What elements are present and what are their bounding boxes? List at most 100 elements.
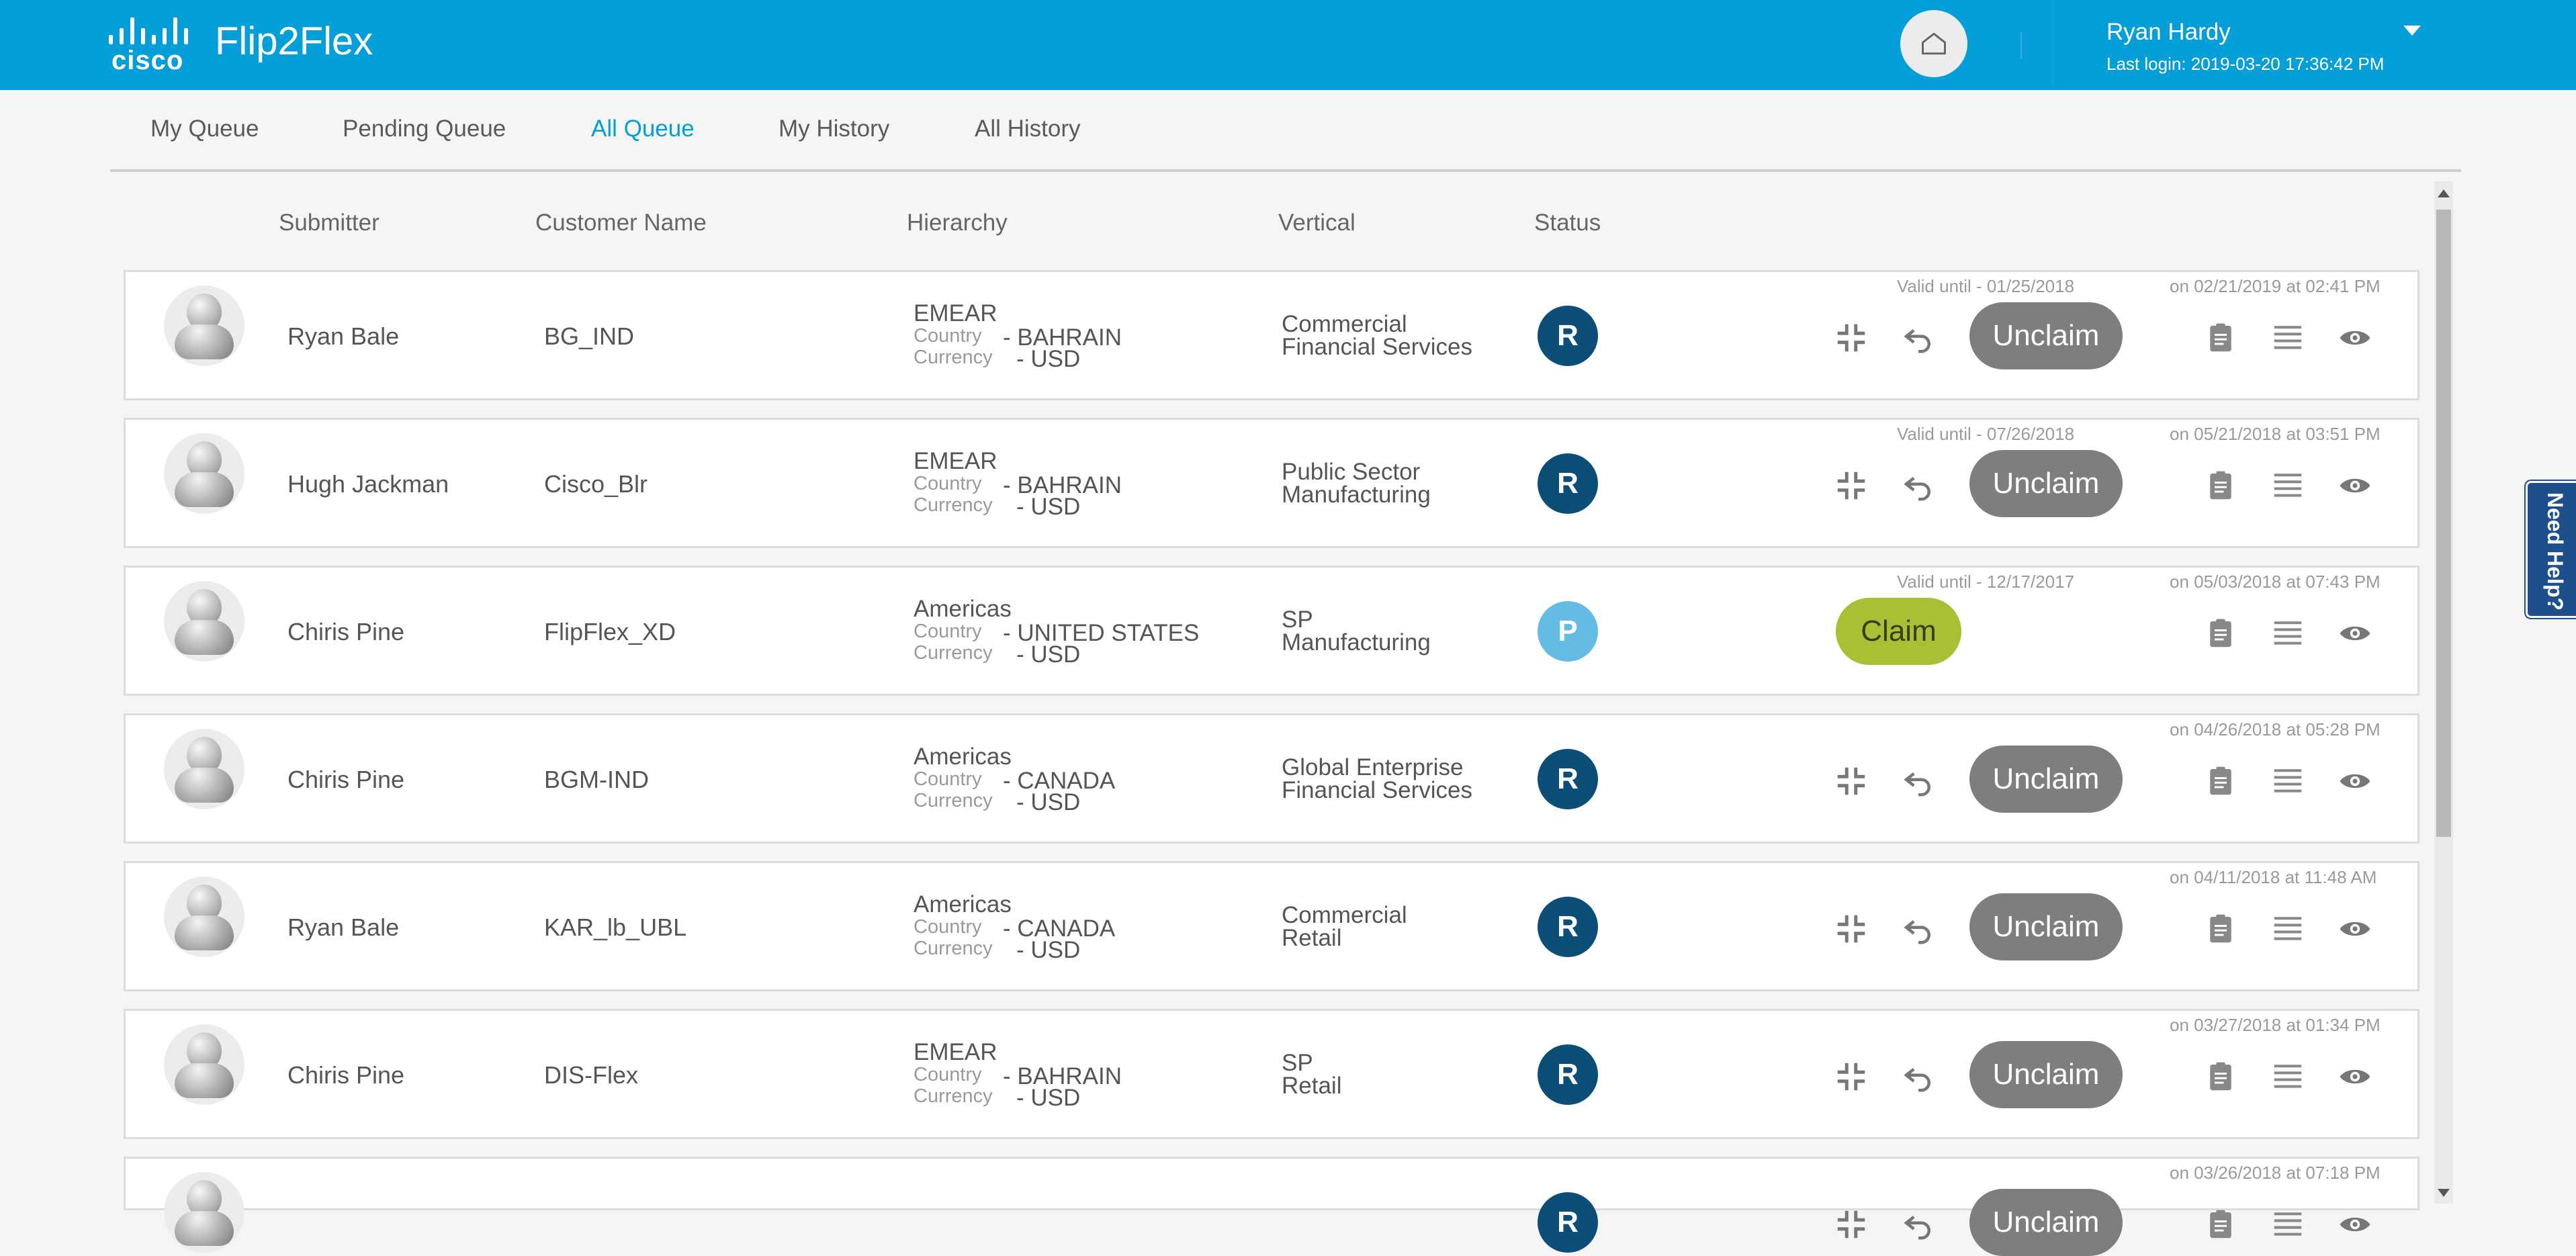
queue-row: Chiris Pine FlipFlex_XD Americas Country - U… (124, 566, 2419, 696)
details-list-icon[interactable] (2270, 911, 2306, 947)
customer-name: BG_IND (544, 322, 635, 350)
queue-row: Chiris Pine BGM-IND Americas Country - CANAD… (124, 713, 2419, 844)
undo-icon[interactable] (1900, 763, 1937, 799)
queue-row: Ryan Bale BG_IND EMEAR Country - BAHRAIN Curr… (124, 270, 2419, 400)
user-menu-chevron-icon[interactable] (2403, 26, 2421, 36)
submitted-timestamp: on 05/21/2018 at 03:51 PM (2170, 424, 2381, 444)
avatar (164, 581, 245, 662)
valid-until: Valid until - 12/17/2017 (1897, 572, 2075, 592)
unclaim-button[interactable]: Unclaim (1969, 450, 2123, 517)
notes-icon[interactable] (2203, 763, 2239, 799)
customer-name: DIS-Flex (544, 1061, 639, 1089)
country-label: Country (914, 916, 982, 938)
status-badge: R (1538, 897, 1598, 957)
queue-row: Ron 03/26/2018 at 07:18 PM Unclaim (124, 1157, 2419, 1256)
compress-icon[interactable] (1833, 467, 1869, 504)
need-help-tab[interactable]: Need Help? (2526, 481, 2576, 618)
column-header-customer: Customer Name (535, 210, 707, 236)
scrollbar-thumb[interactable] (2436, 210, 2451, 837)
tab-my-history[interactable]: My History (779, 116, 889, 142)
notes-icon[interactable] (2203, 1206, 2239, 1243)
currency-value: - USD (1016, 346, 1081, 372)
claim-button[interactable]: Claim (1836, 598, 1961, 665)
currency-value: - USD (1016, 789, 1081, 815)
unclaim-button[interactable]: Unclaim (1969, 1189, 2123, 1256)
notes-icon[interactable] (2203, 1059, 2239, 1095)
details-list-icon[interactable] (2270, 763, 2306, 799)
compress-icon[interactable] (1833, 1206, 1869, 1243)
home-button[interactable] (1900, 10, 1967, 77)
notes-icon[interactable] (2203, 467, 2239, 504)
scroll-up-arrow-icon[interactable] (2438, 189, 2450, 197)
view-eye-icon[interactable] (2337, 911, 2373, 947)
user-name[interactable]: Ryan Hardy (2106, 19, 2231, 46)
submitter-name: Ryan Bale (287, 322, 400, 350)
view-eye-icon[interactable] (2337, 467, 2373, 504)
header-divider (2020, 32, 2022, 59)
header-divider (2052, 0, 2053, 90)
country-label: Country (914, 1064, 982, 1085)
view-eye-icon[interactable] (2337, 320, 2373, 356)
compress-icon[interactable] (1833, 911, 1869, 947)
submitted-timestamp: on 03/27/2018 at 01:34 PM (2170, 1015, 2381, 1035)
need-help-label: Need Help? (2543, 492, 2567, 611)
customer-name: FlipFlex_XD (544, 618, 676, 645)
compress-icon[interactable] (1833, 320, 1869, 356)
currency-label: Currency (914, 642, 993, 664)
valid-until: Valid until - 07/26/2018 (1897, 424, 2075, 444)
tab-all-history[interactable]: All History (975, 116, 1081, 142)
unclaim-button[interactable]: Unclaim (1969, 893, 2123, 960)
tab-all-queue[interactable]: All Queue (591, 116, 695, 142)
view-eye-icon[interactable] (2337, 615, 2373, 652)
scroll-down-arrow-icon[interactable] (2438, 1189, 2450, 1197)
undo-icon[interactable] (1900, 911, 1937, 947)
country-label: Country (914, 621, 982, 642)
details-list-icon[interactable] (2270, 615, 2306, 652)
vertical-secondary: Financial Services (1282, 334, 1472, 360)
country-label: Country (914, 325, 982, 347)
undo-icon[interactable] (1900, 1206, 1937, 1243)
details-list-icon[interactable] (2270, 320, 2306, 356)
details-list-icon[interactable] (2270, 1206, 2306, 1243)
view-eye-icon[interactable] (2337, 763, 2373, 799)
column-header-status: Status (1534, 210, 1601, 236)
view-eye-icon[interactable] (2337, 1206, 2373, 1243)
undo-icon[interactable] (1900, 1059, 1937, 1095)
compress-icon[interactable] (1833, 763, 1869, 799)
unclaim-button[interactable]: Unclaim (1969, 302, 2123, 369)
submitted-timestamp: on 02/21/2019 at 02:41 PM (2170, 276, 2381, 296)
hierarchy-region: EMEAR (914, 448, 997, 474)
currency-label: Currency (914, 1085, 993, 1107)
home-icon (1922, 32, 1946, 55)
notes-icon[interactable] (2203, 320, 2239, 356)
country-label: Country (914, 768, 982, 790)
unclaim-button[interactable]: Unclaim (1969, 746, 2123, 813)
app-header: cisco Flip2Flex Ryan Hardy Last login: 2… (0, 0, 2576, 90)
column-header-vertical: Vertical (1278, 210, 1356, 236)
details-list-icon[interactable] (2270, 1059, 2306, 1095)
notes-icon[interactable] (2203, 615, 2239, 652)
view-eye-icon[interactable] (2337, 1059, 2373, 1095)
avatar (164, 433, 245, 514)
compress-icon[interactable] (1833, 1059, 1869, 1095)
currency-value: - USD (1016, 641, 1081, 668)
customer-name: Cisco_Blr (544, 470, 648, 498)
vertical-secondary: Manufacturing (1282, 629, 1431, 656)
submitted-timestamp: on 05/03/2018 at 07:43 PM (2170, 572, 2381, 592)
status-badge: P (1538, 601, 1598, 662)
notes-icon[interactable] (2203, 911, 2239, 947)
tab-my-queue[interactable]: My Queue (150, 116, 259, 142)
app-title: Flip2Flex (215, 19, 373, 63)
undo-icon[interactable] (1900, 467, 1937, 504)
tab-pending-queue[interactable]: Pending Queue (343, 116, 506, 142)
vertical-secondary: Retail (1282, 1073, 1342, 1099)
details-list-icon[interactable] (2270, 467, 2306, 504)
submitted-timestamp: on 04/26/2018 at 05:28 PM (2170, 719, 2381, 739)
vertical-secondary: Financial Services (1282, 777, 1472, 803)
undo-icon[interactable] (1900, 320, 1937, 356)
unclaim-button[interactable]: Unclaim (1969, 1041, 2123, 1108)
avatar (164, 1024, 245, 1105)
hierarchy-region: Americas (914, 744, 1012, 770)
currency-label: Currency (914, 494, 993, 516)
customer-name: KAR_lb_UBL (544, 913, 687, 941)
